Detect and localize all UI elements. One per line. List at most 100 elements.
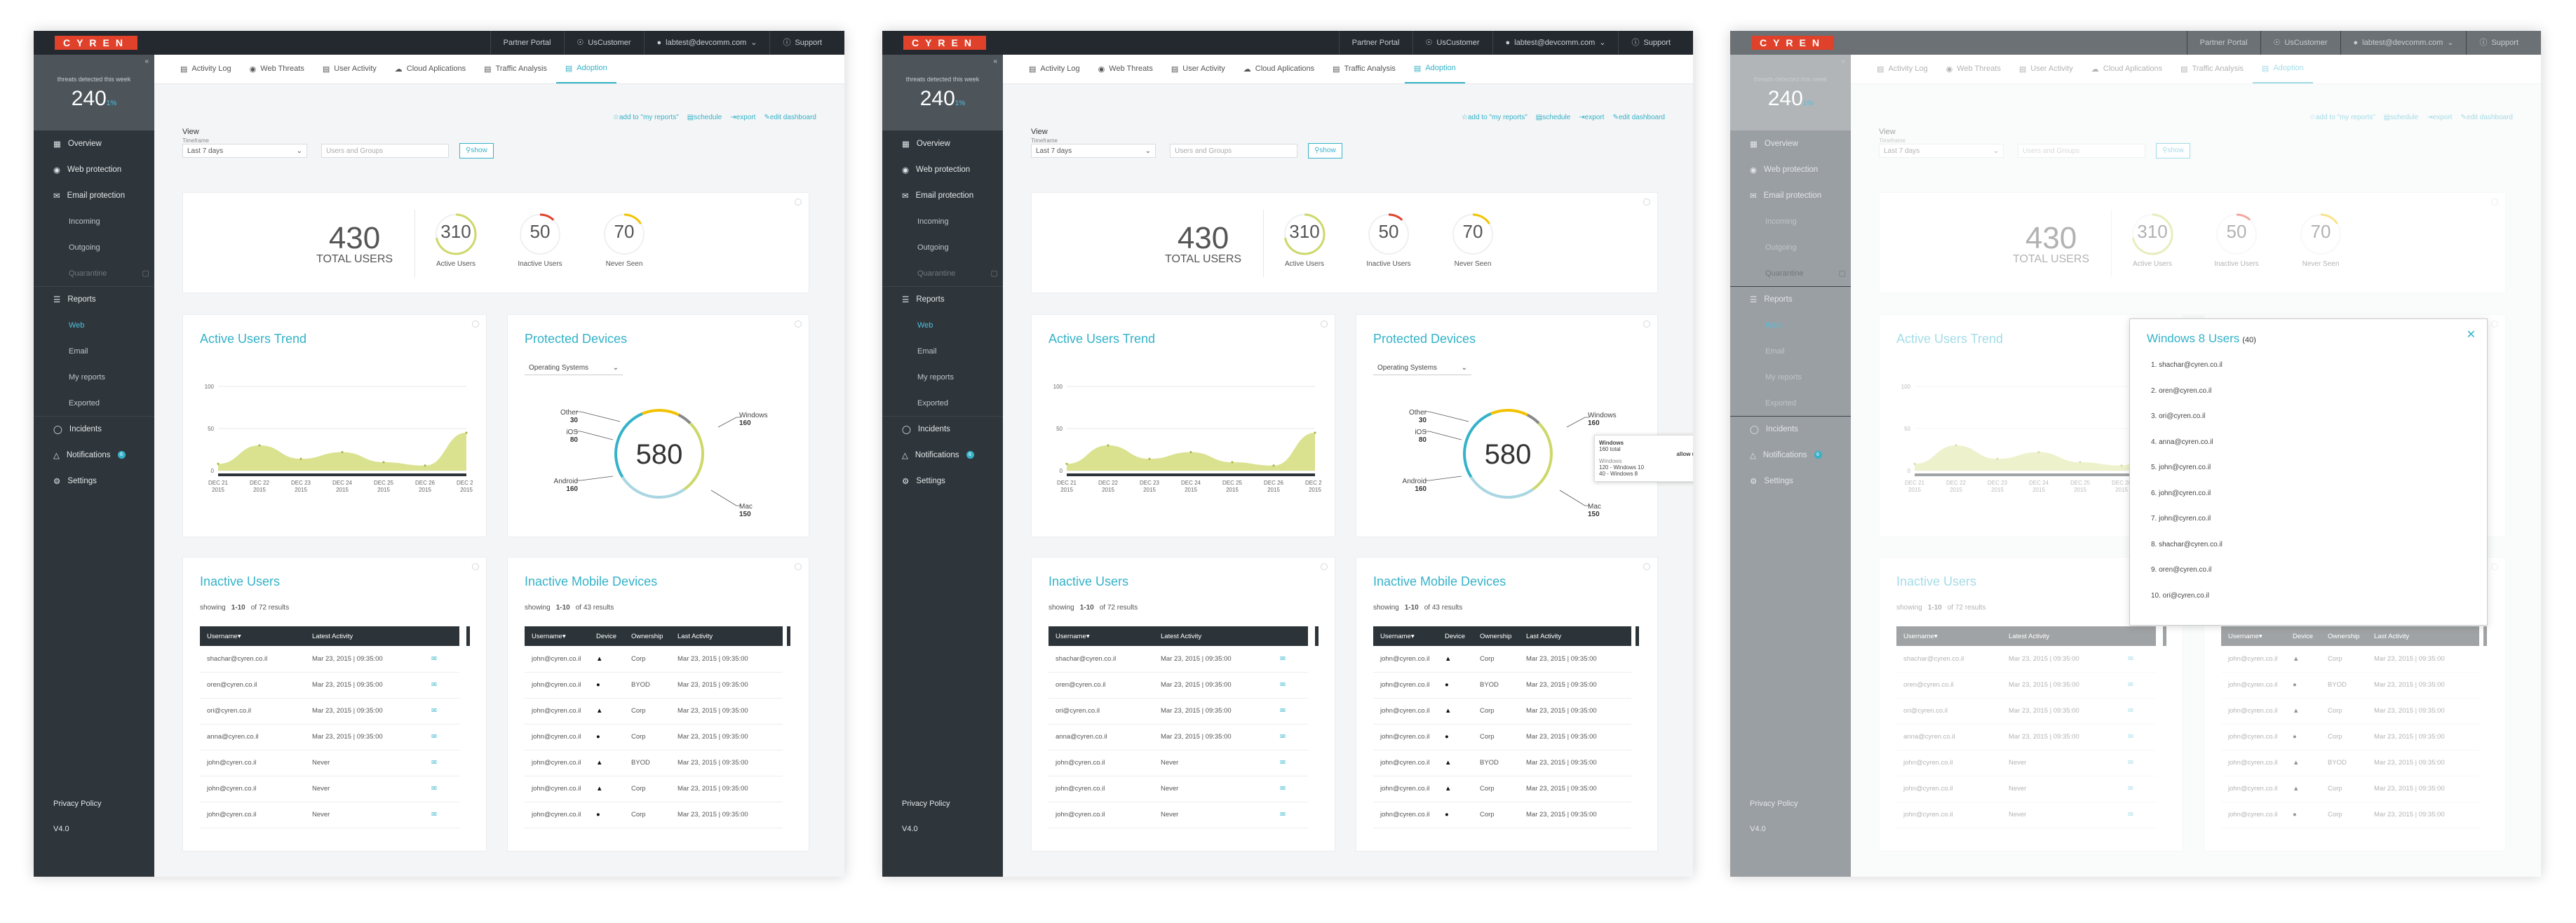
sidebar-item-notifications[interactable]: △ Notifications 6 — [882, 442, 1003, 468]
column-header[interactable]: Last Activity — [1519, 626, 1631, 646]
sidebar-item-incoming[interactable]: Incoming — [1730, 208, 1851, 234]
table-scrollbar[interactable] — [1636, 626, 1639, 646]
export-action[interactable]: ⇥ export — [730, 114, 755, 121]
sidebar-item-email[interactable]: Email — [34, 338, 154, 364]
email-icon[interactable]: ✉ — [1280, 681, 1286, 689]
privacy-policy-link[interactable]: Privacy Policy — [902, 791, 950, 816]
email-icon[interactable]: ✉ — [1280, 785, 1286, 793]
sidebar-item-email[interactable]: Email — [882, 338, 1003, 364]
tab-adoption[interactable]: ▤Adoption — [555, 54, 616, 83]
sidebar-item-email[interactable]: Email — [1730, 338, 1851, 364]
sidebar-item-exported[interactable]: Exported — [1730, 390, 1851, 416]
sidebar-item-settings[interactable]: ⚙ Settings — [1730, 468, 1851, 494]
table-scrollbar[interactable] — [1315, 626, 1319, 646]
cyren-logo[interactable]: CYREN — [903, 36, 986, 50]
user-menu[interactable]: ● labtest@devcomm.com ⌄ — [1492, 31, 1619, 55]
users-groups-input[interactable]: Users and Groups — [1170, 144, 1297, 158]
sidebar-item-quarantine[interactable]: Quarantine ▢ — [882, 260, 1003, 286]
table-row[interactable]: john@cyren.co.il Never ✉ — [200, 776, 459, 802]
email-icon[interactable]: ✉ — [431, 759, 437, 767]
table-row[interactable]: anna@cyren.co.il Mar 23, 2015 | 09:35:00 ✉ — [1048, 724, 1308, 750]
sidebar-item-email-protection[interactable]: ✉ Email protection — [1730, 182, 1851, 208]
tab-activity-log[interactable]: ▤Activity Log — [171, 54, 241, 83]
sidebar-item-reports[interactable]: ☰ Reports — [882, 286, 1003, 312]
sidebar-item-quarantine[interactable]: Quarantine ▢ — [1730, 260, 1851, 286]
sidebar-item-outgoing[interactable]: Outgoing — [882, 234, 1003, 260]
partner-portal-link[interactable]: Partner Portal — [1338, 31, 1412, 55]
sidebar-item-settings[interactable]: ⚙ Settings — [34, 468, 154, 494]
sidebar-item-notifications[interactable]: △ Notifications 6 — [34, 442, 154, 468]
card-settings-icon[interactable] — [472, 563, 479, 570]
sidebar-item-exported[interactable]: Exported — [34, 390, 154, 416]
add-action[interactable]: ☆ add to "my reports" — [1462, 114, 1528, 121]
sidebar-item-reports[interactable]: ☰ Reports — [1730, 286, 1851, 312]
list-item[interactable]: 10. ori@cyren.co.il — [2151, 592, 2223, 618]
customer-switcher[interactable]: ☉ UsCustomer — [2260, 31, 2340, 55]
sidebar-item-quarantine[interactable]: Quarantine ▢ — [34, 260, 154, 286]
sidebar-item-outgoing[interactable]: Outgoing — [1730, 234, 1851, 260]
email-icon[interactable]: ✉ — [431, 681, 437, 689]
email-icon[interactable]: ✉ — [1280, 811, 1286, 818]
table-row[interactable]: john@cyren.co.il ● Corp Mar 23, 2015 | 09:3… — [1373, 724, 1631, 750]
collapse-sidebar-icon[interactable]: « — [993, 58, 997, 65]
table-row[interactable]: oren@cyren.co.il Mar 23, 2015 | 09:35:00 ✉ — [200, 672, 459, 699]
list-item[interactable]: 9. oren@cyren.co.il — [2151, 566, 2223, 592]
sidebar-item-web-protection[interactable]: ◉ Web protection — [1730, 156, 1851, 182]
table-scrollbar[interactable] — [787, 626, 790, 646]
email-icon[interactable]: ✉ — [1280, 655, 1286, 663]
column-header[interactable]: Username ▾ — [1373, 626, 1438, 646]
support-link[interactable]: ⓘ Support — [2466, 31, 2531, 55]
customer-switcher[interactable]: ☉ UsCustomer — [563, 31, 644, 55]
table-row[interactable]: john@cyren.co.il ● Corp Mar 23, 2015 | 09:3… — [1373, 802, 1631, 828]
email-icon[interactable]: ✉ — [431, 811, 437, 818]
tab-web-threats[interactable]: ◉ Web Threats — [1089, 54, 1162, 83]
card-settings-icon[interactable] — [1321, 563, 1328, 570]
card-settings-icon[interactable] — [472, 321, 479, 328]
email-icon[interactable]: ✉ — [431, 707, 437, 715]
customer-switcher[interactable]: ☉ UsCustomer — [1412, 31, 1492, 55]
tab-traffic-analysis[interactable]: ▤Traffic Analysis — [475, 54, 556, 83]
column-header[interactable]: Device — [1438, 626, 1473, 646]
tab-cloud-aplications[interactable]: ☁Cloud Aplications — [386, 54, 475, 83]
collapse-sidebar-icon[interactable]: « — [144, 58, 149, 65]
table-row[interactable]: john@cyren.co.il Never ✉ — [1048, 776, 1308, 802]
user-menu[interactable]: ● labtest@devcomm.com ⌄ — [643, 31, 770, 55]
table-row[interactable]: john@cyren.co.il ● BYOD Mar 23, 2015 | 09:3… — [1373, 672, 1631, 699]
column-header[interactable]: Last Activity — [670, 626, 783, 646]
card-settings-icon[interactable] — [1321, 321, 1328, 328]
show-button[interactable]: ⚲ show — [459, 143, 494, 159]
list-item[interactable]: 3. ori@cyren.co.il — [2151, 412, 2223, 438]
tab-adoption[interactable]: ▤Adoption — [1404, 54, 1465, 83]
table-row[interactable]: john@cyren.co.il ▲ Corp Mar 23, 2015 | 09:3… — [1373, 646, 1631, 673]
sidebar-item-incidents[interactable]: ◯ Incidents — [34, 416, 154, 442]
card-settings-icon[interactable] — [1643, 321, 1650, 328]
table-row[interactable]: john@cyren.co.il Never ✉ — [200, 750, 459, 776]
table-row[interactable]: john@cyren.co.il ▲ Corp Mar 23, 2015 | 09:3… — [525, 698, 783, 725]
column-header[interactable]: Latest Activity — [305, 626, 424, 646]
sidebar-item-my-reports[interactable]: My reports — [1730, 364, 1851, 390]
close-icon[interactable]: ✕ — [2467, 328, 2476, 342]
column-header[interactable]: Ownership — [1473, 626, 1519, 646]
sidebar-item-web-protection[interactable]: ◉ Web protection — [34, 156, 154, 182]
sidebar-item-settings[interactable]: ⚙ Settings — [882, 468, 1003, 494]
tab-cloud-aplications[interactable]: ☁Cloud Aplications — [1234, 54, 1323, 83]
table-row[interactable]: john@cyren.co.il ● Corp Mar 23, 2015 | 09:3… — [525, 724, 783, 750]
tab-user-activity[interactable]: ▤ User Activity — [313, 54, 386, 83]
partner-portal-link[interactable]: Partner Portal — [2186, 31, 2260, 55]
sidebar-item-email-protection[interactable]: ✉ Email protection — [34, 182, 154, 208]
sidebar-item-web[interactable]: Web — [1730, 312, 1851, 338]
schedule-action[interactable]: ▤ schedule — [687, 114, 722, 121]
email-icon[interactable]: ✉ — [431, 733, 437, 741]
table-row[interactable]: john@cyren.co.il Never ✉ — [200, 802, 459, 828]
card-settings-icon[interactable] — [795, 321, 802, 328]
column-header[interactable]: Username ▾ — [1048, 626, 1154, 646]
column-header[interactable]: Ownership — [624, 626, 670, 646]
collapse-sidebar-icon[interactable]: « — [1841, 58, 1845, 65]
privacy-policy-link[interactable]: Privacy Policy — [53, 791, 101, 816]
sidebar-item-my-reports[interactable]: My reports — [34, 364, 154, 390]
email-icon[interactable]: ✉ — [1280, 733, 1286, 741]
list-item[interactable]: 2. oren@cyren.co.il — [2151, 387, 2223, 413]
table-row[interactable]: john@cyren.co.il ▲ Corp Mar 23, 2015 | 09:3… — [525, 646, 783, 673]
table-row[interactable]: john@cyren.co.il ▲ Corp Mar 23, 2015 | 09:3… — [1373, 776, 1631, 802]
column-header[interactable]: Device — [589, 626, 624, 646]
